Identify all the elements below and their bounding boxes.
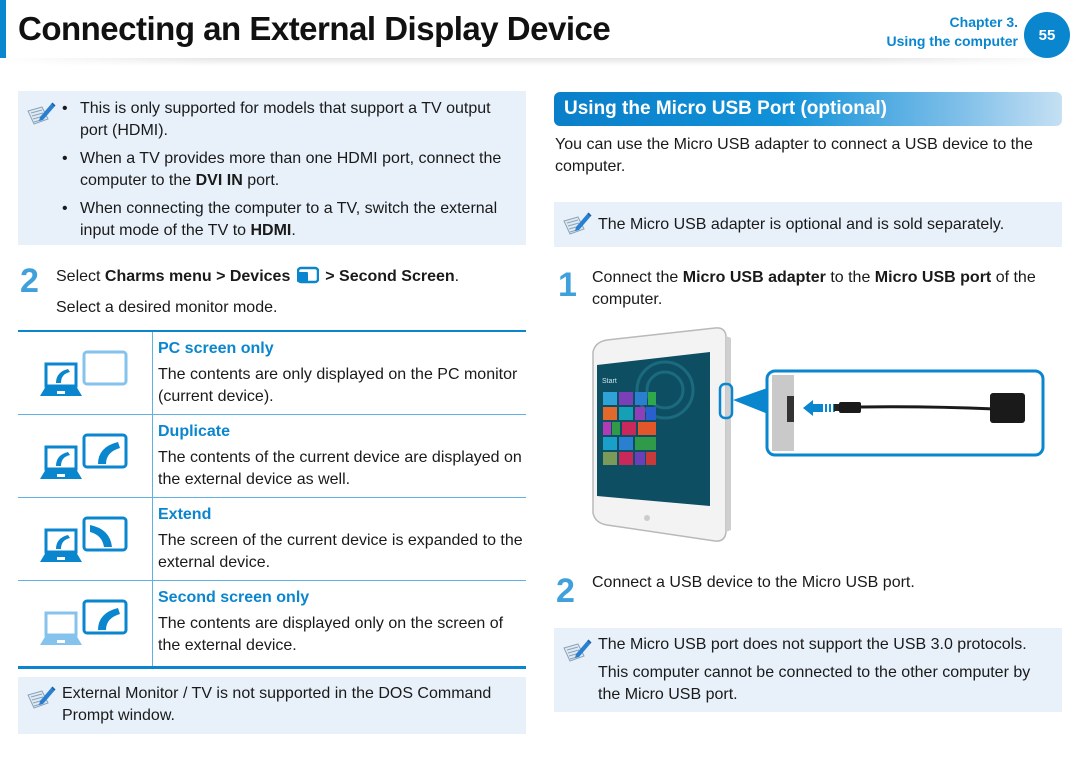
step-instruction: Select Charms menu > Devices > Second Sc… [56, 266, 526, 288]
bullet-text: This is only supported for models that s… [80, 100, 491, 139]
note-pencil-icon [26, 685, 56, 711]
note-pencil-icon [562, 638, 592, 664]
note-text: The Micro USB adapter is optional and is… [598, 216, 1005, 233]
mode-title: Extend [158, 506, 212, 523]
micro-usb-callout [765, 369, 1045, 457]
note-bullet: When connecting the computer to a TV, sw… [60, 198, 520, 242]
step-instruction: Connect a USB device to the Micro USB po… [592, 574, 915, 591]
tablet-start-label: Start [602, 378, 617, 385]
intro-text: You can use the Micro USB adapter to con… [555, 136, 1033, 175]
duplicate-icon [40, 433, 128, 479]
header-divider [0, 58, 1080, 66]
step-bold-text: Charms menu > Devices [104, 268, 291, 285]
chapter-name: Using the computer [886, 33, 1018, 49]
bullet-text: port. [242, 172, 280, 189]
page-header: Connecting an External Display Device Ch… [0, 0, 1080, 66]
header-accent-bar [0, 0, 6, 58]
note-bullet-list: This is only supported for models that s… [60, 98, 520, 248]
mode-row-second-screen-only[interactable]: Second screen only The contents are disp… [18, 581, 526, 666]
bullet-bold-text: HDMI [250, 222, 292, 239]
note-pencil-icon [26, 101, 56, 127]
note-pencil-icon [562, 211, 592, 237]
devices-icon [296, 266, 320, 284]
step-bold-text: Micro USB port [874, 269, 992, 286]
bullet-text: . [291, 222, 296, 239]
step-number: 2 [556, 572, 575, 610]
page-number-badge: 55 [1024, 12, 1070, 58]
step-text: . [454, 268, 460, 285]
micro-usb-plug [839, 402, 861, 413]
step-text: Select [56, 268, 105, 285]
mode-title: PC screen only [158, 340, 274, 357]
step-bold-text: > Second Screen [320, 268, 455, 285]
section-heading: Using the Micro USB Port (optional) [554, 92, 1062, 126]
page-title: Connecting an External Display Device [18, 10, 611, 47]
step-number: 2 [20, 262, 39, 300]
micro-usb-illustration: Start [592, 327, 1045, 542]
bullet-bold-text: DVI IN [195, 172, 243, 189]
start-tiles [603, 392, 656, 465]
mode-icon-cell [18, 581, 153, 666]
note-box-optional: The Micro USB adapter is optional and is… [554, 202, 1062, 247]
mode-title: Duplicate [158, 423, 231, 440]
mode-description: The contents are only displayed on the P… [158, 366, 518, 405]
step-bold-text: Micro USB adapter [682, 269, 826, 286]
step-text: to the [825, 269, 875, 286]
extend-icon [40, 516, 128, 562]
note-bullet: When a TV provides more than one HDMI po… [60, 148, 520, 192]
mode-description: The screen of the current device is expa… [158, 532, 523, 571]
pc-screen-only-icon [40, 350, 128, 396]
note-box-hdmi: This is only supported for models that s… [18, 91, 526, 245]
step-text: Connect the [592, 269, 683, 286]
tablet-image: Start [592, 327, 731, 542]
note-text: The Micro USB port does not support the … [598, 636, 1027, 653]
step-subtext: Select a desired monitor mode. [56, 299, 278, 316]
note-box-usb3: The Micro USB port does not support the … [554, 628, 1062, 712]
note-text: External Monitor / TV is not supported i… [62, 685, 492, 724]
bullet-text: When a TV provides more than one HDMI po… [80, 150, 502, 189]
mode-row-pc-screen-only[interactable]: PC screen only The contents are only dis… [18, 332, 526, 415]
note-text: This computer cannot be connected to the… [598, 664, 1031, 703]
chapter-label: Chapter 3. Using the computer [887, 13, 1018, 51]
mode-description: The contents of the current device are d… [158, 449, 522, 488]
note-bullet: This is only supported for models that s… [60, 98, 520, 142]
mode-icon-cell [18, 415, 153, 497]
mode-description: The contents are displayed only on the s… [158, 615, 504, 654]
monitor-mode-table: PC screen only The contents are only dis… [18, 330, 526, 669]
step-number: 1 [558, 266, 577, 304]
mode-icon-cell [18, 498, 153, 580]
step-instruction: Connect the Micro USB adapter to the Mic… [592, 267, 1062, 311]
mode-row-extend[interactable]: Extend The screen of the current device … [18, 498, 526, 581]
mode-title: Second screen only [158, 589, 310, 606]
mode-row-duplicate[interactable]: Duplicate The contents of the current de… [18, 415, 526, 498]
note-box-dos: External Monitor / TV is not supported i… [18, 677, 526, 734]
second-screen-only-icon [40, 599, 128, 645]
chapter-number: Chapter 3. [949, 14, 1018, 30]
mode-icon-cell [18, 332, 153, 414]
usb-adapter [990, 393, 1025, 423]
